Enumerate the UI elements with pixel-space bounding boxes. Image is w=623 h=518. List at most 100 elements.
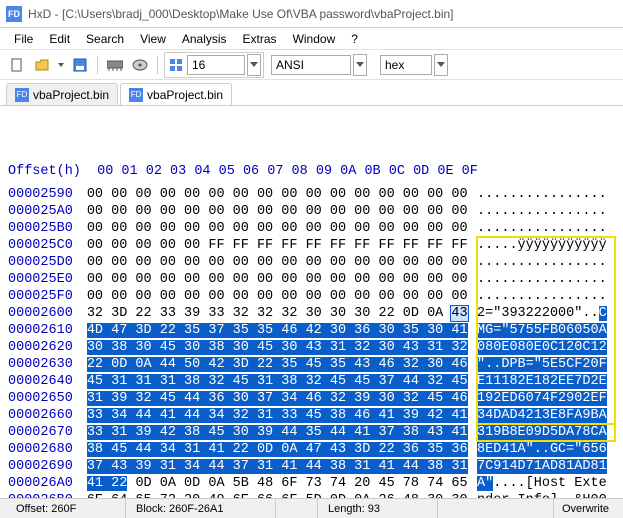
hex-bytes[interactable]: 4D 47 3D 22 35 37 35 35 46 42 30 36 30 3… (87, 322, 477, 339)
ascii-bytes[interactable]: 8ED41A"..GC="656 (477, 441, 615, 458)
hex-row[interactable]: 000025F000 00 00 00 00 00 00 00 00 00 00… (8, 288, 615, 305)
ascii-bytes[interactable]: 080E080E0C120C12 (477, 339, 615, 356)
ascii-bytes[interactable]: MG="5755FB06050A (477, 322, 615, 339)
hex-row[interactable]: 0000259000 00 00 00 00 00 00 00 00 00 00… (8, 186, 615, 203)
hex-bytes[interactable]: 37 43 39 31 34 44 37 31 41 44 38 31 41 4… (87, 458, 477, 475)
disk-icon[interactable] (129, 54, 151, 76)
offset-cell: 000025F0 (8, 288, 87, 305)
tab-bar: FDvbaProject.binFDvbaProject.bin (0, 80, 623, 106)
bytes-per-row-input[interactable] (187, 55, 245, 75)
ascii-bytes[interactable]: 34DAD4213E8FA9BA (477, 407, 615, 424)
menu-search[interactable]: Search (78, 30, 132, 48)
menu-view[interactable]: View (132, 30, 174, 48)
encoding-select[interactable] (271, 55, 351, 75)
hex-row[interactable]: 000025B000 00 00 00 00 00 00 00 00 00 00… (8, 220, 615, 237)
hex-bytes[interactable]: 31 39 32 45 44 36 30 37 34 46 32 39 30 3… (87, 390, 477, 407)
offset-cell: 00002640 (8, 373, 87, 390)
ascii-bytes[interactable]: ................ (477, 254, 615, 271)
ascii-bytes[interactable]: E11182E182EE7D2E (477, 373, 615, 390)
app-icon: FD (6, 6, 22, 22)
open-file-icon[interactable] (31, 54, 53, 76)
offset-cell: 000025C0 (8, 237, 87, 254)
status-length: Length: 93 (318, 499, 438, 518)
hex-row[interactable]: 0000269037 43 39 31 34 44 37 31 41 44 38… (8, 458, 615, 475)
hex-row[interactable]: 0000266033 34 44 41 44 34 32 31 33 45 38… (8, 407, 615, 424)
tab-1[interactable]: FDvbaProject.bin (120, 83, 232, 105)
hex-row[interactable]: 0000260032 3D 22 33 39 33 32 32 32 30 30… (8, 305, 615, 322)
tab-label: vbaProject.bin (33, 88, 109, 102)
dropdown-arrow-icon[interactable] (56, 54, 66, 76)
ascii-bytes[interactable]: 192ED6074F2902EF (477, 390, 615, 407)
offset-cell: 000025E0 (8, 271, 87, 288)
hex-row[interactable]: 000026104D 47 3D 22 35 37 35 35 46 42 30… (8, 322, 615, 339)
status-bar: Offset: 260F Block: 260F-26A1 Length: 93… (0, 498, 623, 518)
hex-bytes[interactable]: 00 00 00 00 00 00 00 00 00 00 00 00 00 0… (87, 203, 477, 220)
ascii-bytes[interactable]: .....ÿÿÿÿÿÿÿÿÿÿÿ (477, 237, 615, 254)
dropdown-arrow-icon[interactable] (247, 54, 261, 76)
hex-bytes[interactable]: 41 22 0D 0A 0D 0A 5B 48 6F 73 74 20 45 7… (87, 475, 477, 492)
menu-analysis[interactable]: Analysis (174, 30, 235, 48)
hex-bytes[interactable]: 00 00 00 00 00 00 00 00 00 00 00 00 00 0… (87, 220, 477, 237)
toolbar-divider (157, 56, 158, 74)
grid-icon[interactable] (167, 54, 185, 76)
menu-file[interactable]: File (6, 30, 41, 48)
save-icon[interactable] (69, 54, 91, 76)
ram-icon[interactable] (104, 54, 126, 76)
menu-edit[interactable]: Edit (41, 30, 78, 48)
hex-bytes[interactable]: 32 3D 22 33 39 33 32 32 32 30 30 30 22 0… (87, 305, 477, 322)
number-base-select[interactable] (380, 55, 432, 75)
menu-window[interactable]: Window (285, 30, 344, 48)
window-title: HxD - [C:\Users\bradj_000\Desktop\Make U… (28, 7, 454, 21)
offset-cell: 000026A0 (8, 475, 87, 492)
hex-row[interactable]: 0000263022 0D 0A 44 50 42 3D 22 35 45 35… (8, 356, 615, 373)
hex-bytes[interactable]: 33 34 44 41 44 34 32 31 33 45 38 46 41 3… (87, 407, 477, 424)
hex-bytes[interactable]: 00 00 00 00 00 FF FF FF FF FF FF FF FF F… (87, 237, 477, 254)
hex-row[interactable]: 0000265031 39 32 45 44 36 30 37 34 46 32… (8, 390, 615, 407)
hex-row[interactable]: 000026A041 22 0D 0A 0D 0A 5B 48 6F 73 74… (8, 475, 615, 492)
hex-bytes[interactable]: 00 00 00 00 00 00 00 00 00 00 00 00 00 0… (87, 254, 477, 271)
offset-cell: 000025A0 (8, 203, 87, 220)
hex-bytes[interactable]: 22 0D 0A 44 50 42 3D 22 35 45 35 43 46 3… (87, 356, 477, 373)
offset-cell: 000025B0 (8, 220, 87, 237)
hex-bytes[interactable]: 33 31 39 42 38 45 30 39 44 35 44 41 37 3… (87, 424, 477, 441)
ascii-bytes[interactable]: ................ (477, 220, 615, 237)
ascii-bytes[interactable]: 319B8E09D5DA78CA (477, 424, 615, 441)
hex-bytes[interactable]: 00 00 00 00 00 00 00 00 00 00 00 00 00 0… (87, 186, 477, 203)
ascii-bytes[interactable]: ................ (477, 203, 615, 220)
ascii-bytes[interactable]: ................ (477, 288, 615, 305)
hex-bytes[interactable]: 00 00 00 00 00 00 00 00 00 00 00 00 00 0… (87, 271, 477, 288)
ascii-bytes[interactable]: 2="393222000"..C (477, 305, 615, 322)
ascii-bytes[interactable]: A"....[Host Exte (477, 475, 615, 492)
hex-bytes[interactable]: 30 38 30 45 30 38 30 45 30 43 31 32 30 4… (87, 339, 477, 356)
dropdown-arrow-icon[interactable] (353, 54, 367, 76)
hex-row[interactable]: 0000268038 45 44 34 31 41 22 0D 0A 47 43… (8, 441, 615, 458)
title-bar: FD HxD - [C:\Users\bradj_000\Desktop\Mak… (0, 0, 623, 28)
hex-row[interactable]: 0000264045 31 31 31 38 32 45 31 38 32 45… (8, 373, 615, 390)
hex-viewer[interactable]: Offset(h) 00 01 02 03 04 05 06 07 08 09 … (0, 106, 623, 498)
hex-row[interactable]: 000025D000 00 00 00 00 00 00 00 00 00 00… (8, 254, 615, 271)
ascii-bytes[interactable]: 7C914D71AD81AD81 (477, 458, 615, 475)
hex-bytes[interactable]: 38 45 44 34 31 41 22 0D 0A 47 43 3D 22 3… (87, 441, 477, 458)
hex-row[interactable]: 000025C000 00 00 00 00 FF FF FF FF FF FF… (8, 237, 615, 254)
hex-bytes[interactable]: 00 00 00 00 00 00 00 00 00 00 00 00 00 0… (87, 288, 477, 305)
status-spacer (276, 499, 318, 518)
offset-cell: 00002680 (8, 441, 87, 458)
offset-cell: 000025D0 (8, 254, 87, 271)
hex-row[interactable]: 000025A000 00 00 00 00 00 00 00 00 00 00… (8, 203, 615, 220)
menu-extras[interactable]: Extras (235, 30, 285, 48)
hex-bytes[interactable]: 45 31 31 31 38 32 45 31 38 32 45 45 37 4… (87, 373, 477, 390)
hex-row[interactable]: 0000262030 38 30 45 30 38 30 45 30 43 31… (8, 339, 615, 356)
menu-help[interactable]: ? (343, 30, 366, 48)
menu-bar: FileEditSearchViewAnalysisExtrasWindow? (0, 28, 623, 50)
tab-0[interactable]: FDvbaProject.bin (6, 83, 118, 105)
hex-row[interactable]: 0000267033 31 39 42 38 45 30 39 44 35 44… (8, 424, 615, 441)
offset-cell: 00002620 (8, 339, 87, 356)
offset-cell: 00002650 (8, 390, 87, 407)
ascii-bytes[interactable]: ................ (477, 186, 615, 203)
dropdown-arrow-icon[interactable] (434, 54, 448, 76)
hex-row[interactable]: 000025E000 00 00 00 00 00 00 00 00 00 00… (8, 271, 615, 288)
new-file-icon[interactable] (6, 54, 28, 76)
offset-cell: 00002660 (8, 407, 87, 424)
ascii-bytes[interactable]: "..DPB="5E5CF20F (477, 356, 615, 373)
ascii-bytes[interactable]: ................ (477, 271, 615, 288)
